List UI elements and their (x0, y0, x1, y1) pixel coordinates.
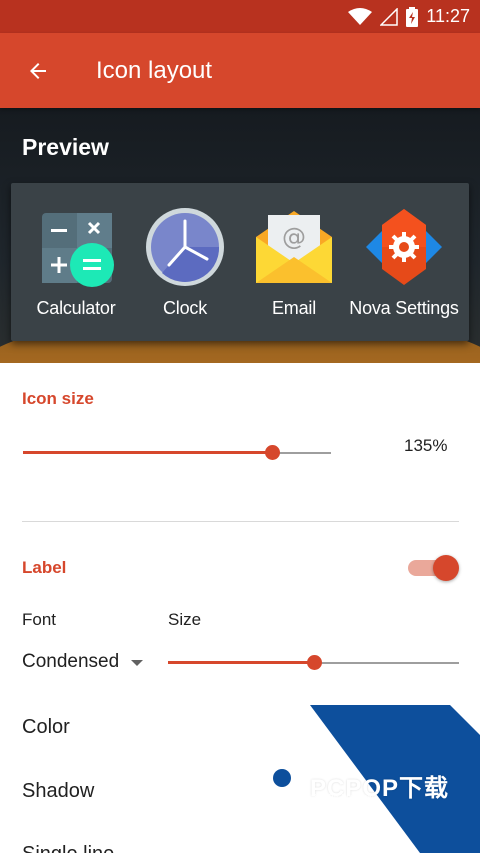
preview-app-email: @ Email (239, 183, 349, 341)
wifi-icon (348, 7, 373, 25)
font-dropdown[interactable]: Condensed (22, 651, 144, 673)
watermark-subtext: PCPOP Download (312, 794, 377, 801)
slider-fill (23, 451, 273, 454)
app-label: Nova Settings (349, 298, 459, 318)
email-icon: @ (256, 211, 332, 283)
divider (22, 521, 459, 522)
label-toggle[interactable] (408, 555, 460, 581)
size-label: Size (168, 610, 202, 629)
preview-title: Preview (22, 134, 109, 160)
font-label: Font (22, 610, 57, 629)
svg-text:@: @ (282, 223, 306, 251)
preview-app-nova-settings: Nova Settings (349, 183, 459, 341)
shadow-setting[interactable]: Shadow (22, 780, 94, 803)
arrow-back-icon (30, 63, 46, 79)
preview-app-clock: Clock (130, 183, 240, 341)
single-line-setting[interactable]: Single line (22, 843, 114, 853)
page-title: Icon layout (96, 57, 213, 84)
color-setting[interactable]: Color (22, 716, 70, 739)
status-bar: 11:27 (0, 0, 480, 33)
preview-app-calculator: Calculator (21, 183, 131, 341)
dropdown-caret-icon (131, 660, 144, 666)
preview-dock: Calculator Clock @ Email Nova Settings (11, 183, 469, 341)
icon-size-heading: Icon size (22, 389, 94, 408)
label-heading: Label (22, 558, 67, 577)
calculator-icon (42, 213, 114, 287)
app-label: Calculator (36, 298, 116, 318)
preview-panel: Preview Calculator Clock @ Email Nova Se… (0, 108, 480, 363)
slider-thumb[interactable] (265, 445, 281, 460)
nova-settings-icon (366, 209, 442, 285)
app-label: Clock (162, 298, 207, 318)
back-button[interactable] (18, 51, 58, 91)
font-dropdown-value: Condensed (22, 651, 120, 672)
app-label: Email (271, 298, 316, 318)
watermark-logo (260, 759, 301, 808)
battery-icon (406, 6, 419, 27)
label-size-slider[interactable] (168, 651, 459, 675)
toggle-knob (433, 555, 459, 581)
clock-icon (146, 208, 224, 286)
signal-icon (380, 7, 399, 26)
status-icons: 11:27 (348, 0, 470, 33)
app-bar: Icon layout (0, 33, 480, 108)
icon-size-value: 135% (404, 436, 448, 455)
slider-fill (168, 661, 314, 664)
status-time: 11:27 (426, 6, 470, 26)
icon-size-slider[interactable] (23, 441, 331, 465)
slider-thumb[interactable] (306, 655, 322, 670)
